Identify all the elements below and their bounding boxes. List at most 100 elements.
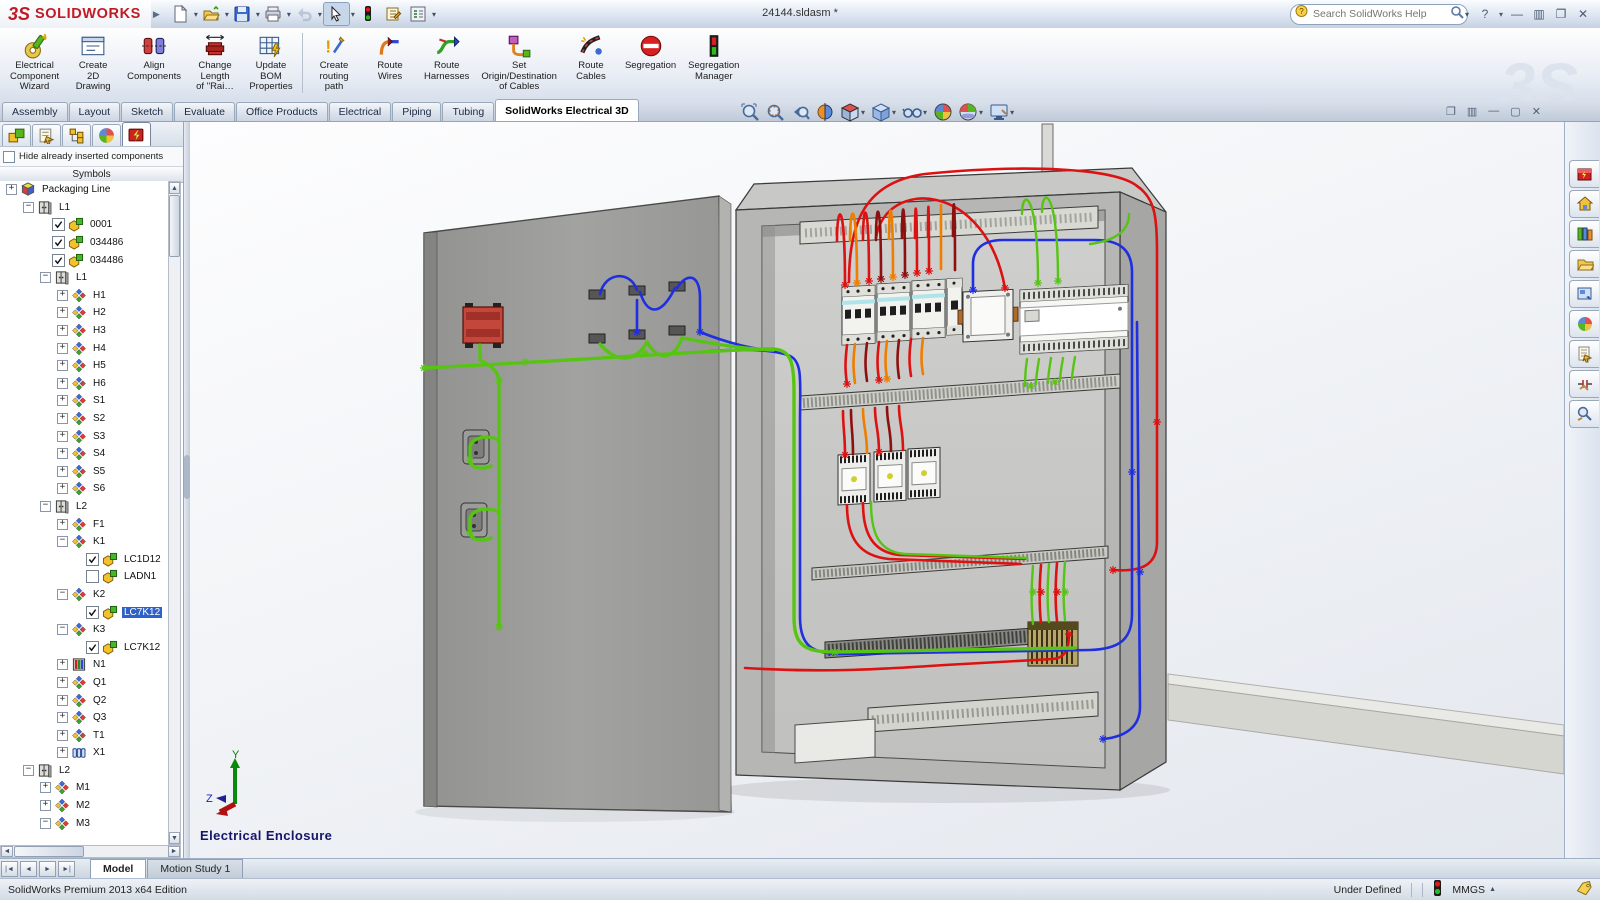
tree-item-packaging-line[interactable]: +Packaging Line — [0, 181, 168, 199]
visibility-checkbox[interactable] — [86, 570, 99, 583]
expander-minus-icon[interactable]: − — [57, 589, 68, 600]
tree-item-0001[interactable]: 0001 — [0, 216, 168, 234]
units-selector[interactable]: MMGS▲ — [1452, 884, 1496, 896]
save-caret-icon[interactable]: ▾ — [256, 10, 260, 19]
tab-office-products[interactable]: Office Products — [236, 102, 328, 121]
options-list-caret-icon[interactable]: ▾ — [432, 10, 436, 19]
expander-plus-icon[interactable]: + — [57, 395, 68, 406]
tab-evaluate[interactable]: Evaluate — [174, 102, 235, 121]
print-caret-icon[interactable]: ▾ — [287, 10, 291, 19]
tree-item-l1[interactable]: −L1 — [0, 269, 168, 287]
visibility-checkbox[interactable] — [86, 641, 99, 654]
tree-item-q3[interactable]: +Q3 — [0, 709, 168, 727]
visibility-checkbox[interactable] — [86, 553, 99, 566]
ribbon-create-routing-path-button[interactable]: !Create routing path — [306, 31, 362, 95]
expander-plus-icon[interactable]: + — [40, 800, 51, 811]
toggle-ui-button[interactable]: ▥ — [1528, 7, 1550, 21]
tree-item-s6[interactable]: +S6 — [0, 480, 168, 498]
tree-item-t1[interactable]: +T1 — [0, 726, 168, 744]
tree-item-f1[interactable]: +F1 — [0, 515, 168, 533]
tree-item-k2[interactable]: −K2 — [0, 586, 168, 604]
tree-item-h2[interactable]: +H2 — [0, 304, 168, 322]
tree-item-l2[interactable]: −L2 — [0, 762, 168, 780]
ribbon-route-harnesses-button[interactable]: Route Harnesses — [418, 31, 475, 84]
expander-plus-icon[interactable]: + — [57, 730, 68, 741]
search-tools-tab[interactable] — [1569, 400, 1599, 428]
doc-close-button[interactable]: ✕ — [1532, 105, 1541, 118]
zoom-area-button[interactable] — [765, 102, 785, 122]
minimize-button[interactable]: — — [1506, 7, 1528, 21]
expander-plus-icon[interactable]: + — [57, 343, 68, 354]
ribbon-electrical-component-wizard-button[interactable]: Electrical Component Wizard — [4, 31, 65, 95]
print-button[interactable] — [261, 3, 286, 25]
expander-plus-icon[interactable]: + — [57, 448, 68, 459]
tab-sketch[interactable]: Sketch — [121, 102, 173, 121]
expander-plus-icon[interactable]: + — [57, 695, 68, 706]
options-list-button[interactable] — [406, 3, 431, 25]
select-tool-button[interactable] — [323, 2, 350, 26]
select-tool-caret-icon[interactable]: ▾ — [351, 10, 355, 19]
tree-item-q2[interactable]: +Q2 — [0, 691, 168, 709]
model-tab-motion-study-1[interactable]: Motion Study 1 — [147, 859, 243, 878]
model-tab-model[interactable]: Model — [90, 859, 146, 878]
ribbon-route-cables-button[interactable]: Route Cables — [563, 31, 619, 84]
tab-assembly[interactable]: Assembly — [2, 102, 68, 121]
previous-view-button[interactable] — [790, 102, 810, 122]
tree-item-q1[interactable]: +Q1 — [0, 674, 168, 692]
tree-item-034486[interactable]: 034486 — [0, 234, 168, 252]
expander-plus-icon[interactable]: + — [57, 290, 68, 301]
custom-properties-tab[interactable] — [1569, 340, 1599, 368]
3d-model-view[interactable] — [190, 122, 1564, 858]
tab-tubing[interactable]: Tubing — [442, 102, 494, 121]
property-manager-tab[interactable] — [32, 124, 61, 146]
prev-tab-button[interactable]: ◄ — [20, 861, 37, 877]
expander-minus-icon[interactable]: − — [23, 202, 34, 213]
graphics-area[interactable]: Y Z Electrical Enclosure — [190, 122, 1564, 858]
tree-vertical-scrollbar[interactable]: ▲ ▼ — [168, 181, 181, 845]
last-tab-button[interactable]: ►| — [58, 861, 75, 877]
tree-item-m3[interactable]: −M3 — [0, 814, 168, 832]
tree-horizontal-scrollbar[interactable]: ◄ ► — [0, 845, 181, 858]
expander-minus-icon[interactable]: − — [23, 765, 34, 776]
tree-item-034486[interactable]: 034486 — [0, 251, 168, 269]
expander-plus-icon[interactable]: + — [57, 413, 68, 424]
tag-icon[interactable] — [1576, 881, 1592, 898]
doc-restore-button[interactable]: ▢ — [1510, 105, 1520, 118]
tree-item-m2[interactable]: +M2 — [0, 797, 168, 815]
ribbon-align-components-button[interactable]: Align Components — [121, 31, 187, 84]
tree-item-h5[interactable]: +H5 — [0, 357, 168, 375]
ribbon-segregation-button[interactable]: Segregation — [619, 31, 682, 74]
tree-item-s1[interactable]: +S1 — [0, 392, 168, 410]
tree-item-s2[interactable]: +S2 — [0, 410, 168, 428]
doc-minimize-button[interactable]: — — [1488, 105, 1499, 118]
ribbon-segregation-manager-button[interactable]: Segregation Manager — [682, 31, 745, 84]
electrical-symbols-tab[interactable] — [1569, 370, 1599, 398]
file-explorer-tab[interactable] — [1569, 250, 1599, 278]
ribbon-change-length-button[interactable]: Change Length of "Rai… — [187, 31, 243, 95]
tree-item-l1[interactable]: −L1 — [0, 199, 168, 217]
apply-scene-button[interactable]: ▾ — [958, 102, 984, 122]
tree-item-h4[interactable]: +H4 — [0, 339, 168, 357]
ribbon-update-bom-properties-button[interactable]: Update BOM Properties — [243, 31, 299, 95]
search-caret-icon[interactable]: ▾ — [1465, 10, 1469, 19]
expander-plus-icon[interactable]: + — [57, 325, 68, 336]
expander-plus-icon[interactable]: + — [57, 378, 68, 389]
visibility-checkbox[interactable] — [52, 236, 65, 249]
next-tab-button[interactable]: ► — [39, 861, 56, 877]
tree-item-s4[interactable]: +S4 — [0, 445, 168, 463]
design-library-tab[interactable] — [1569, 220, 1599, 248]
restore-button[interactable]: ❐ — [1550, 7, 1572, 21]
window-tile-button[interactable]: ▥ — [1467, 105, 1477, 118]
undo-caret-icon[interactable]: ▾ — [318, 10, 322, 19]
section-view-button[interactable] — [815, 102, 835, 122]
expander-plus-icon[interactable]: + — [57, 712, 68, 723]
ribbon-create-2d-drawing-button[interactable]: Create 2D Drawing — [65, 31, 121, 95]
expander-plus-icon[interactable]: + — [57, 659, 68, 670]
help-search-box[interactable]: ? ▾ — [1290, 4, 1468, 25]
electrical-manager-tab[interactable] — [122, 122, 151, 146]
tree-item-lc1d12[interactable]: LC1D12 — [0, 550, 168, 568]
edit-appearance-button[interactable] — [933, 102, 953, 122]
expander-plus-icon[interactable]: + — [57, 431, 68, 442]
tree-item-h1[interactable]: +H1 — [0, 287, 168, 305]
tree-item-ladn1[interactable]: LADN1 — [0, 568, 168, 586]
